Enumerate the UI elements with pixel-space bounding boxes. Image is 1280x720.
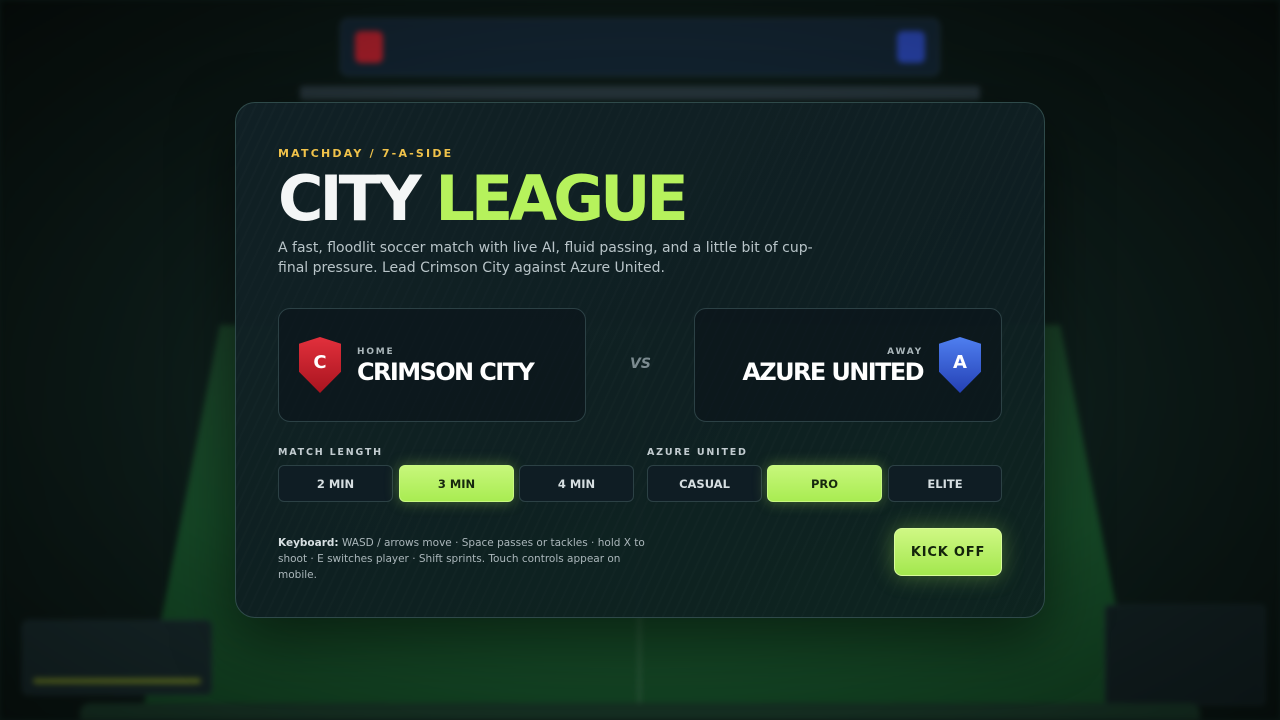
game-title: CITY LEAGUE <box>278 161 689 237</box>
match-setup-modal: MATCHDAY / 7-A-SIDE CITY LEAGUE A fast, … <box>235 102 1045 618</box>
difficulty-pro-button[interactable]: PRO <box>767 465 882 502</box>
away-badge-letter: A <box>953 351 967 373</box>
difficulty-label: AZURE UNITED <box>647 447 748 458</box>
keyboard-help-label: Keyboard: <box>278 537 339 549</box>
crimson-shield-icon: C <box>299 337 341 393</box>
matchday-eyebrow: MATCHDAY / 7-A-SIDE <box>278 147 454 160</box>
match-length-4min-button[interactable]: 4 MIN <box>519 465 634 502</box>
home-badge-letter: C <box>313 351 327 373</box>
home-team-name: CRIMSON CITY <box>357 358 535 386</box>
match-length-3min-button[interactable]: 3 MIN <box>399 465 514 502</box>
keyboard-help: Keyboard: WASD / arrows move · Space pas… <box>278 535 658 583</box>
difficulty-elite-button[interactable]: ELITE <box>888 465 1002 502</box>
away-team-name: AZURE UNITED <box>742 358 924 386</box>
kick-off-button[interactable]: KICK OFF <box>894 528 1002 576</box>
home-team-card: C HOME CRIMSON CITY <box>278 308 586 422</box>
difficulty-casual-button[interactable]: CASUAL <box>647 465 762 502</box>
versus-label: VS <box>630 356 651 372</box>
game-description: A fast, floodlit soccer match with live … <box>278 240 813 276</box>
match-length-label: MATCH LENGTH <box>278 447 383 458</box>
away-team-card: AWAY AZURE UNITED A <box>694 308 1002 422</box>
match-length-2min-button[interactable]: 2 MIN <box>278 465 393 502</box>
away-side-label: AWAY <box>887 347 923 357</box>
home-side-label: HOME <box>357 347 395 357</box>
title-word-city: CITY <box>278 162 422 235</box>
azure-shield-icon: A <box>939 337 981 393</box>
title-word-league: LEAGUE <box>435 162 688 235</box>
